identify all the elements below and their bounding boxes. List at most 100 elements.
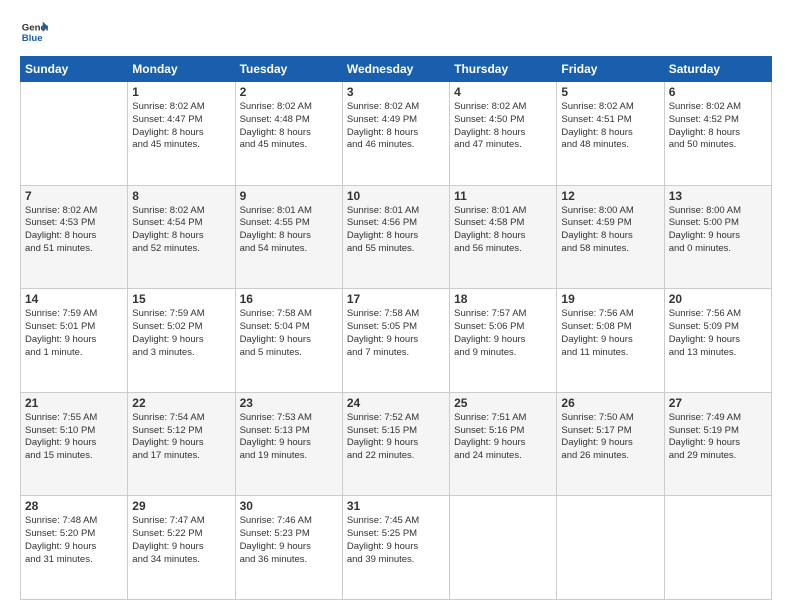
- day-number: 16: [240, 292, 338, 306]
- day-info: Sunrise: 7:52 AMSunset: 5:15 PMDaylight:…: [347, 412, 445, 463]
- day-info: Sunrise: 8:02 AMSunset: 4:52 PMDaylight:…: [669, 101, 767, 152]
- day-info: Sunrise: 7:59 AMSunset: 5:02 PMDaylight:…: [132, 308, 230, 359]
- calendar-cell: 29 Sunrise: 7:47 AMSunset: 5:22 PMDayligh…: [128, 496, 235, 600]
- day-number: 24: [347, 396, 445, 410]
- calendar-week-row: 1Sunrise: 8:02 AMSunset: 4:47 PMDaylight…: [21, 82, 772, 186]
- calendar-cell: 17 Sunrise: 7:58 AMSunset: 5:05 PMDayligh…: [342, 289, 449, 393]
- calendar-cell: 26Sunrise: 7:50 AMSunset: 5:17 PMDayligh…: [557, 392, 664, 496]
- day-info: Sunrise: 7:59 AMSunset: 5:01 PMDaylight:…: [25, 308, 123, 359]
- day-number: 18: [454, 292, 552, 306]
- calendar-cell: 12Sunrise: 8:00 AMSunset: 4:59 PMDayligh…: [557, 185, 664, 289]
- calendar-cell: 30Sunrise: 7:46 AMSunset: 5:23 PMDayligh…: [235, 496, 342, 600]
- day-number: 31: [347, 499, 445, 513]
- calendar-cell: 27 Sunrise: 7:49 AMSunset: 5:19 PMDayligh…: [664, 392, 771, 496]
- day-info: Sunrise: 7:55 AMSunset: 5:10 PMDaylight:…: [25, 412, 123, 463]
- day-number: 28: [25, 499, 123, 513]
- day-number: 19: [561, 292, 659, 306]
- day-number: 21: [25, 396, 123, 410]
- calendar-week-row: 14 Sunrise: 7:59 AMSunset: 5:01 PMDayligh…: [21, 289, 772, 393]
- calendar-cell: 13Sunrise: 8:00 AMSunset: 5:00 PMDayligh…: [664, 185, 771, 289]
- day-number: 17: [347, 292, 445, 306]
- calendar-cell: 7 Sunrise: 8:02 AMSunset: 4:53 PMDaylight…: [21, 185, 128, 289]
- day-info: Sunrise: 7:50 AMSunset: 5:17 PMDaylight:…: [561, 412, 659, 463]
- calendar-cell: 21 Sunrise: 7:55 AMSunset: 5:10 PMDayligh…: [21, 392, 128, 496]
- day-info: Sunrise: 8:01 AMSunset: 4:55 PMDaylight:…: [240, 205, 338, 256]
- logo-icon: General Blue: [20, 18, 48, 46]
- calendar-cell: [664, 496, 771, 600]
- svg-text:Blue: Blue: [22, 33, 43, 44]
- day-number: 29: [132, 499, 230, 513]
- day-number: 25: [454, 396, 552, 410]
- calendar-cell: 10Sunrise: 8:01 AMSunset: 4:56 PMDayligh…: [342, 185, 449, 289]
- weekday-header: Thursday: [450, 57, 557, 82]
- day-info: Sunrise: 8:02 AMSunset: 4:54 PMDaylight:…: [132, 205, 230, 256]
- day-number: 15: [132, 292, 230, 306]
- calendar-cell: 31 Sunrise: 7:45 AMSunset: 5:25 PMDayligh…: [342, 496, 449, 600]
- day-number: 8: [132, 189, 230, 203]
- day-info: Sunrise: 8:01 AMSunset: 4:56 PMDaylight:…: [347, 205, 445, 256]
- calendar-cell: 14 Sunrise: 7:59 AMSunset: 5:01 PMDayligh…: [21, 289, 128, 393]
- calendar-cell: 20 Sunrise: 7:56 AMSunset: 5:09 PMDayligh…: [664, 289, 771, 393]
- day-number: 27: [669, 396, 767, 410]
- calendar-cell: 5 Sunrise: 8:02 AMSunset: 4:51 PMDaylight…: [557, 82, 664, 186]
- calendar-table: SundayMondayTuesdayWednesdayThursdayFrid…: [20, 56, 772, 600]
- day-number: 11: [454, 189, 552, 203]
- day-number: 3: [347, 85, 445, 99]
- weekday-header: Monday: [128, 57, 235, 82]
- day-info: Sunrise: 8:02 AMSunset: 4:47 PMDaylight:…: [132, 101, 230, 152]
- calendar-cell: [21, 82, 128, 186]
- day-info: Sunrise: 8:02 AMSunset: 4:51 PMDaylight:…: [561, 101, 659, 152]
- calendar-cell: 16 Sunrise: 7:58 AMSunset: 5:04 PMDayligh…: [235, 289, 342, 393]
- header: General Blue: [20, 18, 772, 46]
- day-info: Sunrise: 8:01 AMSunset: 4:58 PMDaylight:…: [454, 205, 552, 256]
- calendar-cell: 8 Sunrise: 8:02 AMSunset: 4:54 PMDaylight…: [128, 185, 235, 289]
- calendar-page: General Blue SundayMondayTuesdayWednesda…: [0, 0, 792, 612]
- calendar-week-row: 7 Sunrise: 8:02 AMSunset: 4:53 PMDaylight…: [21, 185, 772, 289]
- day-number: 5: [561, 85, 659, 99]
- weekday-header: Saturday: [664, 57, 771, 82]
- day-number: 6: [669, 85, 767, 99]
- day-info: Sunrise: 7:48 AMSunset: 5:20 PMDaylight:…: [25, 515, 123, 566]
- day-info: Sunrise: 7:57 AMSunset: 5:06 PMDaylight:…: [454, 308, 552, 359]
- day-info: Sunrise: 7:47 AMSunset: 5:22 PMDaylight:…: [132, 515, 230, 566]
- day-number: 13: [669, 189, 767, 203]
- day-number: 20: [669, 292, 767, 306]
- calendar-cell: 24 Sunrise: 7:52 AMSunset: 5:15 PMDayligh…: [342, 392, 449, 496]
- calendar-cell: 1Sunrise: 8:02 AMSunset: 4:47 PMDaylight…: [128, 82, 235, 186]
- day-info: Sunrise: 8:00 AMSunset: 4:59 PMDaylight:…: [561, 205, 659, 256]
- calendar-cell: [450, 496, 557, 600]
- day-number: 23: [240, 396, 338, 410]
- calendar-cell: 2 Sunrise: 8:02 AMSunset: 4:48 PMDaylight…: [235, 82, 342, 186]
- day-info: Sunrise: 7:45 AMSunset: 5:25 PMDaylight:…: [347, 515, 445, 566]
- day-info: Sunrise: 8:02 AMSunset: 4:48 PMDaylight:…: [240, 101, 338, 152]
- day-info: Sunrise: 8:02 AMSunset: 4:50 PMDaylight:…: [454, 101, 552, 152]
- calendar-cell: 3 Sunrise: 8:02 AMSunset: 4:49 PMDaylight…: [342, 82, 449, 186]
- weekday-header: Friday: [557, 57, 664, 82]
- day-info: Sunrise: 7:54 AMSunset: 5:12 PMDaylight:…: [132, 412, 230, 463]
- day-info: Sunrise: 7:49 AMSunset: 5:19 PMDaylight:…: [669, 412, 767, 463]
- day-info: Sunrise: 8:02 AMSunset: 4:53 PMDaylight:…: [25, 205, 123, 256]
- weekday-header: Wednesday: [342, 57, 449, 82]
- day-info: Sunrise: 8:02 AMSunset: 4:49 PMDaylight:…: [347, 101, 445, 152]
- day-number: 2: [240, 85, 338, 99]
- day-number: 14: [25, 292, 123, 306]
- weekday-header: Tuesday: [235, 57, 342, 82]
- day-number: 9: [240, 189, 338, 203]
- day-number: 30: [240, 499, 338, 513]
- calendar-week-row: 21 Sunrise: 7:55 AMSunset: 5:10 PMDayligh…: [21, 392, 772, 496]
- calendar-cell: 25Sunrise: 7:51 AMSunset: 5:16 PMDayligh…: [450, 392, 557, 496]
- calendar-cell: [557, 496, 664, 600]
- calendar-header-row: SundayMondayTuesdayWednesdayThursdayFrid…: [21, 57, 772, 82]
- day-info: Sunrise: 7:58 AMSunset: 5:04 PMDaylight:…: [240, 308, 338, 359]
- day-info: Sunrise: 7:58 AMSunset: 5:05 PMDaylight:…: [347, 308, 445, 359]
- day-info: Sunrise: 7:56 AMSunset: 5:09 PMDaylight:…: [669, 308, 767, 359]
- calendar-cell: 4 Sunrise: 8:02 AMSunset: 4:50 PMDaylight…: [450, 82, 557, 186]
- day-info: Sunrise: 7:53 AMSunset: 5:13 PMDaylight:…: [240, 412, 338, 463]
- day-number: 4: [454, 85, 552, 99]
- day-number: 7: [25, 189, 123, 203]
- calendar-cell: 19 Sunrise: 7:56 AMSunset: 5:08 PMDayligh…: [557, 289, 664, 393]
- day-number: 22: [132, 396, 230, 410]
- calendar-week-row: 28 Sunrise: 7:48 AMSunset: 5:20 PMDayligh…: [21, 496, 772, 600]
- calendar-cell: 28 Sunrise: 7:48 AMSunset: 5:20 PMDayligh…: [21, 496, 128, 600]
- day-info: Sunrise: 7:56 AMSunset: 5:08 PMDaylight:…: [561, 308, 659, 359]
